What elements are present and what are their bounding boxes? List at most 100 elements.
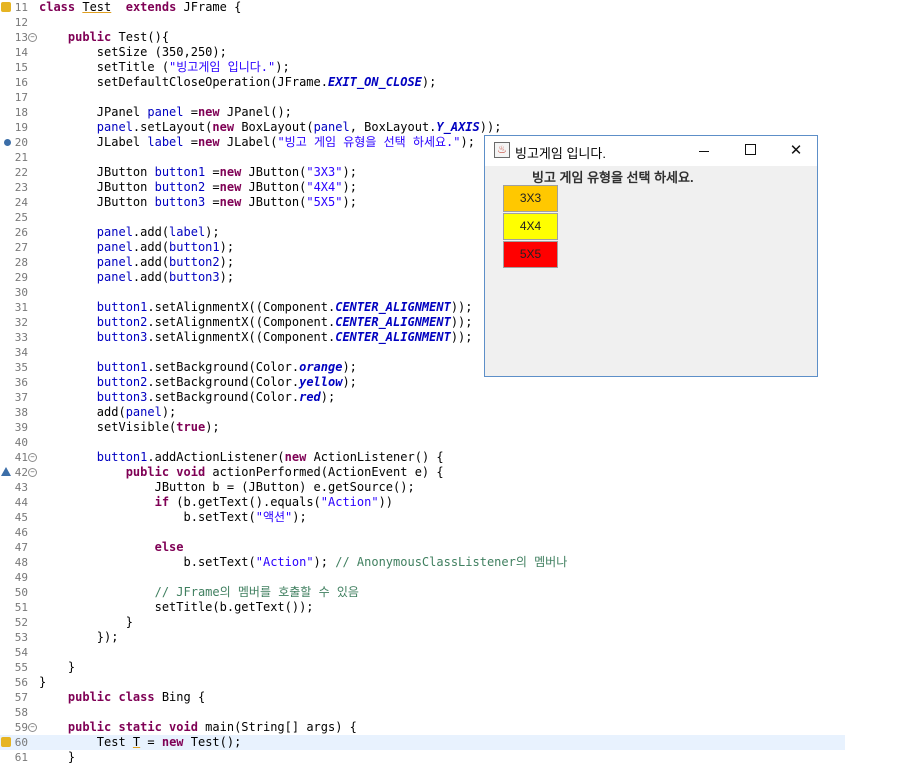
code-text: setTitle(b.getText()); bbox=[39, 600, 314, 615]
fold-toggle-icon[interactable] bbox=[28, 468, 37, 477]
code-line[interactable]: 53 }); bbox=[0, 630, 922, 645]
code-token: }); bbox=[39, 630, 119, 644]
code-line[interactable]: 52 } bbox=[0, 615, 922, 630]
java-frame-window[interactable]: ♨ 빙고게임 입니다. ✕ 빙고 게임 유형을 선택 하세요. 3X3 4X4 … bbox=[484, 135, 818, 377]
code-line[interactable]: 46 bbox=[0, 525, 922, 540]
code-line[interactable]: 37 button3.setBackground(Color.red); bbox=[0, 390, 922, 405]
minimize-button[interactable] bbox=[681, 136, 727, 166]
code-token: = bbox=[205, 195, 220, 209]
code-line[interactable]: 17 bbox=[0, 90, 922, 105]
code-line[interactable]: 56} bbox=[0, 675, 922, 690]
breakpoint-icon[interactable] bbox=[4, 139, 11, 146]
line-number: 28 bbox=[14, 256, 28, 269]
warning-marker-icon[interactable] bbox=[1, 2, 11, 12]
code-line[interactable]: 14 setSize (350,250); bbox=[0, 45, 922, 60]
maximize-icon bbox=[744, 144, 756, 156]
code-line[interactable]: 57 public class Bing { bbox=[0, 690, 922, 705]
code-line[interactable]: 45 b.setText("액션"); bbox=[0, 510, 922, 525]
code-token: = bbox=[205, 180, 220, 194]
code-token: JFrame { bbox=[176, 0, 242, 14]
code-line[interactable]: 58 bbox=[0, 705, 922, 720]
fold-toggle-icon[interactable] bbox=[28, 33, 37, 42]
button-3x3[interactable]: 3X3 bbox=[503, 185, 558, 212]
code-token: .setBackground(Color. bbox=[147, 390, 300, 404]
line-number: 45 bbox=[14, 511, 28, 524]
code-line[interactable]: 43 JButton b = (JButton) e.getSource(); bbox=[0, 480, 922, 495]
code-line[interactable]: 42 public void actionPerformed(ActionEve… bbox=[0, 465, 922, 480]
code-line[interactable]: 59 public static void main(String[] args… bbox=[0, 720, 922, 735]
code-token: public bbox=[67, 30, 112, 44]
code-line[interactable]: 60 Test T = new Test(); bbox=[0, 735, 845, 750]
close-button[interactable]: ✕ bbox=[773, 136, 819, 166]
code-token: new bbox=[219, 165, 242, 179]
code-token: panel bbox=[147, 105, 184, 119]
code-token: setDefaultCloseOperation(JFrame. bbox=[39, 75, 328, 89]
code-line[interactable]: 16 setDefaultCloseOperation(JFrame.EXIT_… bbox=[0, 75, 922, 90]
code-line[interactable]: 15 setTitle ("빙고게임 입니다."); bbox=[0, 60, 922, 75]
code-line[interactable]: 40 bbox=[0, 435, 922, 450]
code-line[interactable]: 38 add(panel); bbox=[0, 405, 922, 420]
code-line[interactable]: 18 JPanel panel =new JPanel(); bbox=[0, 105, 922, 120]
code-token: ); bbox=[219, 240, 235, 254]
window-title: 빙고게임 입니다. bbox=[515, 146, 606, 161]
code-token: Test(){ bbox=[111, 30, 170, 44]
code-line[interactable]: 11 class Test extends JFrame { bbox=[0, 0, 922, 15]
code-editor[interactable]: 11class Test extends JFrame {1213 public… bbox=[0, 0, 922, 764]
code-token: setVisible( bbox=[39, 420, 177, 434]
code-line[interactable]: 48 b.setText("Action"); // AnonymousClas… bbox=[0, 555, 922, 570]
button-5x5[interactable]: 5X5 bbox=[503, 241, 558, 268]
code-line[interactable]: 13 public Test(){ bbox=[0, 30, 922, 45]
code-text: JButton button1 =new JButton("3X3"); bbox=[39, 165, 357, 180]
code-token: new bbox=[161, 735, 184, 749]
code-line[interactable]: 55 } bbox=[0, 660, 922, 675]
code-line[interactable]: 47 else bbox=[0, 540, 922, 555]
code-text: else bbox=[39, 540, 184, 555]
code-text: if (b.getText().equals("Action")) bbox=[39, 495, 393, 510]
code-token: ); bbox=[320, 390, 336, 404]
line-number: 25 bbox=[14, 211, 28, 224]
maximize-button[interactable] bbox=[727, 136, 773, 166]
code-line[interactable]: 12 bbox=[0, 15, 922, 30]
code-token: b.setText( bbox=[39, 555, 256, 569]
fold-toggle-icon[interactable] bbox=[28, 723, 37, 732]
code-line[interactable]: 44 if (b.getText().equals("Action")) bbox=[0, 495, 922, 510]
code-token: button1 bbox=[96, 450, 148, 464]
code-token: .add( bbox=[132, 240, 170, 254]
code-line[interactable]: 41 button1.addActionListener(new ActionL… bbox=[0, 450, 922, 465]
code-line[interactable]: 36 button2.setBackground(Color.yellow); bbox=[0, 375, 922, 390]
code-text: JButton button2 =new JButton("4X4"); bbox=[39, 180, 357, 195]
window-titlebar[interactable]: ♨ 빙고게임 입니다. ✕ bbox=[485, 136, 817, 166]
code-text: panel.add(button2); bbox=[39, 255, 234, 270]
code-token: setTitle(b.getText()); bbox=[39, 600, 314, 614]
code-text: JButton button3 =new JButton("5X5"); bbox=[39, 195, 357, 210]
code-token: ); bbox=[342, 375, 357, 389]
code-token: .add( bbox=[132, 270, 170, 284]
code-line[interactable]: 49 bbox=[0, 570, 922, 585]
code-text: JPanel panel =new JPanel(); bbox=[39, 105, 292, 120]
code-line[interactable]: 19 panel.setLayout(new BoxLayout(panel, … bbox=[0, 120, 922, 135]
code-line[interactable]: 54 bbox=[0, 645, 922, 660]
code-text: JLabel label =new JLabel("빙고 게임 유형을 선택 하… bbox=[39, 135, 475, 150]
line-number: 23 bbox=[14, 181, 28, 194]
button-4x4[interactable]: 4X4 bbox=[503, 213, 558, 240]
code-token: } bbox=[39, 750, 76, 764]
java-cup-icon: ♨ bbox=[494, 142, 510, 158]
code-token: "빙고게임 입니다." bbox=[169, 60, 276, 74]
code-token: } bbox=[39, 660, 76, 674]
override-marker-icon bbox=[1, 467, 11, 476]
code-line[interactable]: 51 setTitle(b.getText()); bbox=[0, 600, 922, 615]
code-text: button2.setAlignmentX((Component.CENTER_… bbox=[39, 315, 473, 330]
code-token: .setBackground(Color. bbox=[147, 360, 300, 374]
code-token: = bbox=[140, 735, 162, 749]
line-number: 43 bbox=[14, 481, 28, 494]
code-line[interactable]: 39 setVisible(true); bbox=[0, 420, 922, 435]
warning-marker-icon[interactable] bbox=[1, 737, 11, 747]
fold-toggle-icon[interactable] bbox=[28, 453, 37, 462]
code-line[interactable]: 50 // JFrame의 멤버를 호출할 수 있음 bbox=[0, 585, 922, 600]
code-token: new bbox=[197, 105, 220, 119]
